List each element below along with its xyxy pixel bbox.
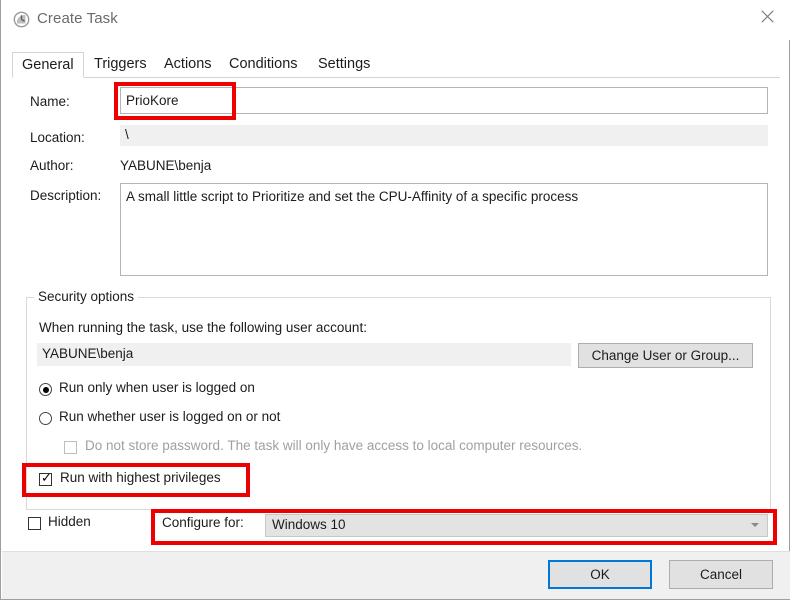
configure-for-label: Configure for: [162,515,244,530]
checkbox-do-not-store-password-label: Do not store password. The task will onl… [85,438,583,453]
account-prompt: When running the task, use the following… [39,320,367,335]
checkbox-hidden-label: Hidden [48,514,91,529]
tab-general[interactable]: General [12,52,84,78]
tab-conditions[interactable]: Conditions [220,52,307,78]
radio-run-whether-logged-on-or-not-label: Run whether user is logged on or not [59,409,281,424]
checkbox-run-with-highest-privileges-label: Run with highest privileges [60,470,221,485]
radio-run-only-when-logged-on-label: Run only when user is logged on [59,380,255,395]
user-account-value: YABUNE\benja [37,343,571,366]
change-user-or-group-button[interactable]: Change User or Group... [578,343,753,368]
clock-task-icon [13,11,30,28]
title-bar: Create Task [1,0,790,40]
location-value: \ [120,125,768,146]
description-label: Description: [30,188,102,203]
location-label: Location: [30,130,85,145]
ok-button[interactable]: OK [548,560,652,589]
configure-for-dropdown[interactable]: Windows 10 [265,514,768,537]
radio-selected-dot [42,386,49,393]
configure-for-value: Windows 10 [272,517,346,532]
cancel-button[interactable]: Cancel [669,560,773,589]
window-title: Create Task [37,10,118,27]
checkmark-icon: ✓ [41,471,52,486]
close-icon[interactable] [745,0,790,32]
checkbox-hidden[interactable] [28,517,41,530]
tab-triggers[interactable]: Triggers [85,52,156,78]
name-input[interactable]: PrioKore [120,87,768,114]
author-label: Author: [30,158,74,173]
tab-actions[interactable]: Actions [155,52,221,78]
checkbox-run-with-highest-privileges[interactable]: ✓ [39,471,52,486]
tab-settings[interactable]: Settings [309,52,379,78]
security-options-title: Security options [34,289,139,304]
create-task-dialog: Create Task General Triggers Actions Con… [0,0,790,600]
author-value: YABUNE\benja [120,158,212,173]
tab-strip: General Triggers Actions Conditions Sett… [12,52,780,78]
chevron-down-icon [751,523,759,527]
checkbox-do-not-store-password [64,441,77,454]
radio-run-only-when-logged-on[interactable] [39,383,52,396]
name-label: Name: [30,94,70,109]
radio-run-whether-logged-on-or-not[interactable] [39,412,52,425]
description-input[interactable]: A small little script to Prioritize and … [120,183,768,276]
